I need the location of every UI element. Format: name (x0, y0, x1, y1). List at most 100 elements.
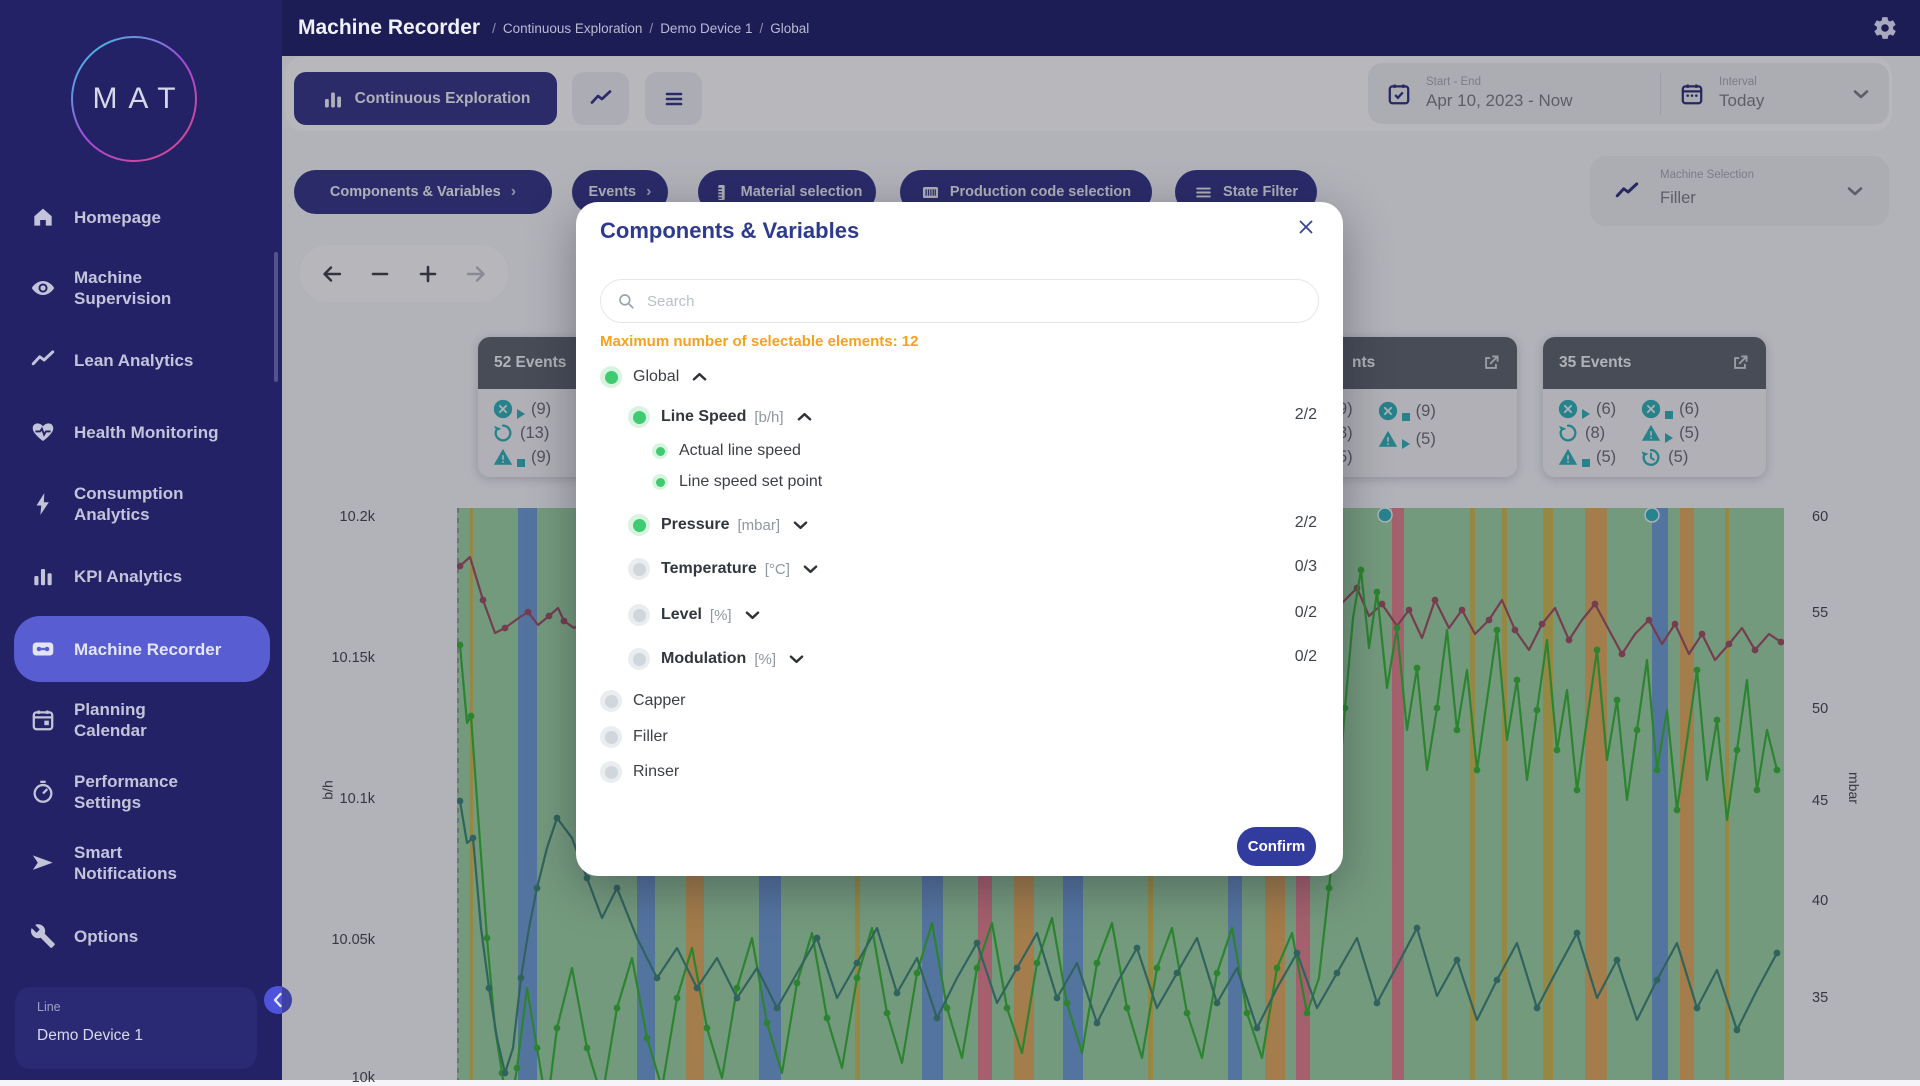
radio-unselected[interactable] (600, 726, 622, 748)
selection-count: 2/2 (1295, 514, 1317, 532)
radio-dot (633, 563, 646, 576)
line-selector-card[interactable]: Line Demo Device 1 (15, 987, 257, 1069)
sidebar-item-health-monitoring[interactable]: Health Monitoring (0, 410, 282, 454)
confirm-button[interactable]: Confirm (1237, 827, 1316, 866)
breadcrumb-item[interactable]: Continuous Exploration (503, 21, 643, 36)
gear-icon[interactable] (1872, 15, 1898, 41)
tree-row-modulation[interactable]: Modulation[%] (628, 643, 804, 675)
sidebar-item-label: PerformanceSettings (74, 771, 178, 813)
top-header-bar: Machine Recorder / Continuous Exploration… (282, 0, 1920, 56)
breadcrumb-separator: / (649, 21, 653, 36)
radio-unselected[interactable] (600, 761, 622, 783)
tree-row-actual-line-speed[interactable]: Actual line speed (652, 435, 801, 467)
search-box (600, 279, 1319, 323)
tree-item-label: Actual line speed (679, 442, 801, 460)
radio-dot (633, 653, 646, 666)
radio-selected[interactable] (628, 406, 650, 428)
tree-item-label: Line speed set point (679, 473, 822, 491)
radio-dot (605, 731, 618, 744)
breadcrumb-item[interactable]: Global (770, 21, 809, 36)
radio-selected[interactable] (600, 366, 622, 388)
tree-row-line-speed-set-point[interactable]: Line speed set point (652, 466, 822, 498)
sidebar-item-options[interactable]: Options (0, 914, 282, 958)
max-elements-warning: Maximum number of selectable elements: 1… (600, 333, 918, 350)
sidebar-item-label: Health Monitoring (74, 422, 218, 443)
tree-item-label: Capper (633, 692, 685, 710)
tree-item-unit: [°C] (765, 561, 790, 578)
heart-pulse-icon (30, 419, 56, 445)
wrench-icon (30, 923, 56, 949)
radio-selected[interactable] (652, 443, 668, 459)
trend-icon (30, 347, 56, 373)
components-variables-modal: Components & Variables Maximum number of… (576, 202, 1343, 876)
radio-selected[interactable] (652, 474, 668, 490)
tree-row-filler[interactable]: Filler (600, 721, 668, 753)
calendar-icon (30, 707, 56, 733)
radio-unselected[interactable] (628, 648, 650, 670)
chevron-up-icon[interactable] (797, 412, 812, 422)
tree-item-label: Rinser (633, 763, 679, 781)
cassette-icon (30, 636, 56, 662)
sidebar-item-label: Machine Recorder (74, 639, 221, 660)
tree-row-temperature[interactable]: Temperature[°C] (628, 553, 818, 585)
search-icon (617, 292, 635, 310)
tree-row-level[interactable]: Level [%] (628, 599, 760, 631)
sidebar: MAT HomepageMachineSupervisionLean Analy… (0, 0, 282, 1080)
chevron-up-icon[interactable] (692, 372, 707, 382)
radio-unselected[interactable] (628, 604, 650, 626)
tree-item-label: Global (633, 368, 679, 386)
selection-count: 0/2 (1295, 604, 1317, 622)
radio-dot (656, 478, 665, 487)
page-title: Machine Recorder (298, 16, 480, 40)
radio-dot (633, 519, 646, 532)
sidebar-item-smart-notifications[interactable]: SmartNotifications (0, 841, 282, 885)
sidebar-item-performance-settings[interactable]: PerformanceSettings (0, 770, 282, 814)
breadcrumb: /Continuous Exploration/Demo Device 1/Gl… (492, 21, 809, 36)
bar-chart-icon (30, 563, 56, 589)
tree-item-label: Pressure (661, 516, 730, 534)
close-icon[interactable] (1295, 216, 1317, 238)
tree-item-unit: [%] (710, 607, 732, 624)
breadcrumb-separator: / (759, 21, 763, 36)
radio-dot (605, 371, 618, 384)
tree-item-label: Line Speed (661, 408, 746, 426)
chevron-down-icon[interactable] (745, 610, 760, 620)
stopwatch-icon (30, 779, 56, 805)
sidebar-item-label: KPI Analytics (74, 566, 182, 587)
sidebar-item-kpi-analytics[interactable]: KPI Analytics (0, 554, 282, 598)
sidebar-item-planning-calendar[interactable]: PlanningCalendar (0, 698, 282, 742)
tree-item-label: Level (661, 606, 702, 624)
search-input[interactable] (645, 292, 1302, 311)
sidebar-item-homepage[interactable]: Homepage (0, 195, 282, 239)
line-label: Line (37, 1000, 61, 1014)
radio-unselected[interactable] (600, 690, 622, 712)
radio-unselected[interactable] (628, 558, 650, 580)
breadcrumb-item[interactable]: Demo Device 1 (660, 21, 752, 36)
radio-dot (633, 411, 646, 424)
selection-count: 2/2 (1295, 406, 1317, 424)
tree-row-global[interactable]: Global (600, 361, 707, 393)
tree-item-unit: [b/h] (754, 409, 783, 426)
sidebar-scrollbar[interactable] (274, 252, 278, 382)
chevron-down-icon[interactable] (789, 654, 804, 664)
radio-selected[interactable] (628, 514, 650, 536)
radio-dot (633, 609, 646, 622)
sidebar-item-consumption-analytics[interactable]: ConsumptionAnalytics (0, 482, 282, 526)
tree-row-capper[interactable]: Capper (600, 685, 685, 717)
tree-row-pressure[interactable]: Pressure[mbar] (628, 509, 808, 541)
sidebar-item-label: PlanningCalendar (74, 699, 147, 741)
radio-dot (656, 447, 665, 456)
sidebar-item-label: Lean Analytics (74, 350, 193, 371)
tree-row-rinser[interactable]: Rinser (600, 756, 679, 788)
sidebar-item-machine-supervision[interactable]: MachineSupervision (0, 266, 282, 310)
tree-row-line-speed[interactable]: Line Speed [b/h] (628, 401, 812, 433)
sidebar-item-label: MachineSupervision (74, 267, 171, 309)
chevron-down-icon[interactable] (793, 520, 808, 530)
sidebar-item-lean-analytics[interactable]: Lean Analytics (0, 338, 282, 382)
sidebar-item-label: ConsumptionAnalytics (74, 483, 184, 525)
sidebar-item-machine-recorder[interactable]: Machine Recorder (14, 616, 270, 682)
eye-icon (30, 275, 56, 301)
chevron-down-icon[interactable] (803, 564, 818, 574)
selection-count: 0/2 (1295, 648, 1317, 666)
tree-item-label: Modulation (661, 650, 746, 668)
